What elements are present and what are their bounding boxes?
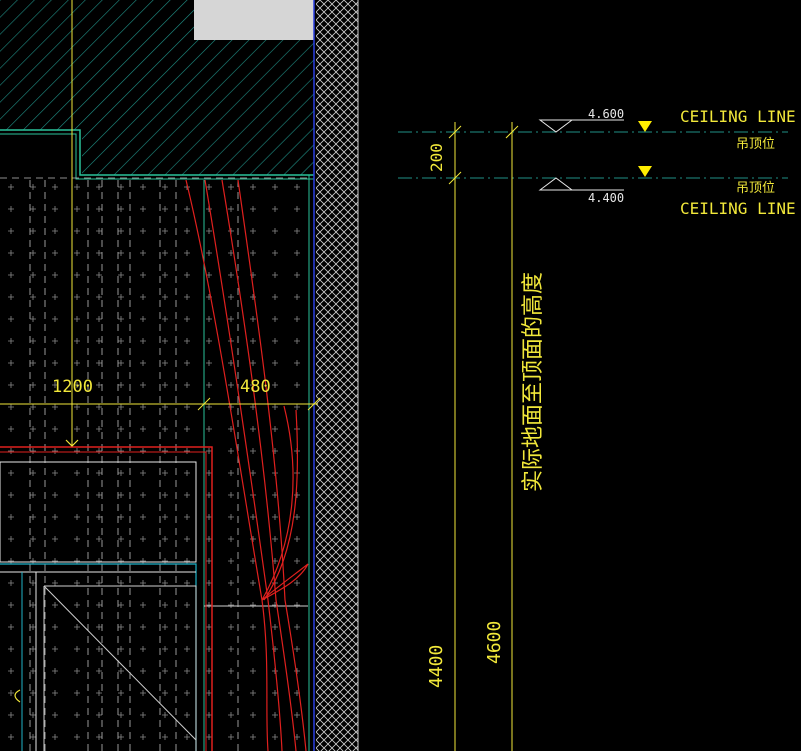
level-triangle-icon	[638, 166, 652, 177]
dim-height-4600: 4600	[484, 621, 505, 664]
dim-width-1200: 1200	[52, 377, 93, 397]
dim-height-4400: 4400	[426, 645, 447, 688]
vertical-annotation: 实际地面至顶面的高度	[521, 272, 546, 492]
dim-width-480: 480	[240, 377, 271, 397]
dim-height-200: 200	[427, 143, 446, 172]
grey-block	[194, 0, 314, 40]
cad-drawing: 1200 480 200 4400 4600 实际地面至顶面的高度 4.600 …	[0, 0, 796, 751]
ceiling-line-tag-upper: CEILING LINE	[680, 107, 796, 126]
level-marker-lower: 4.400 吊顶位 CEILING LINE	[538, 166, 796, 218]
ceiling-line-tag-lower: CEILING LINE	[680, 199, 796, 218]
ceiling-note-lower: 吊顶位	[736, 181, 775, 196]
ceiling-slab	[0, 0, 314, 180]
wall-panel	[0, 177, 308, 751]
ceiling-note-upper: 吊顶位	[736, 137, 775, 152]
level-triangle-icon	[638, 121, 652, 132]
level-marker-upper: 4.600 CEILING LINE 吊顶位	[538, 107, 796, 152]
level-value-upper: 4.600	[588, 107, 624, 121]
level-value-lower: 4.400	[588, 191, 624, 205]
wall-section	[308, 0, 359, 751]
